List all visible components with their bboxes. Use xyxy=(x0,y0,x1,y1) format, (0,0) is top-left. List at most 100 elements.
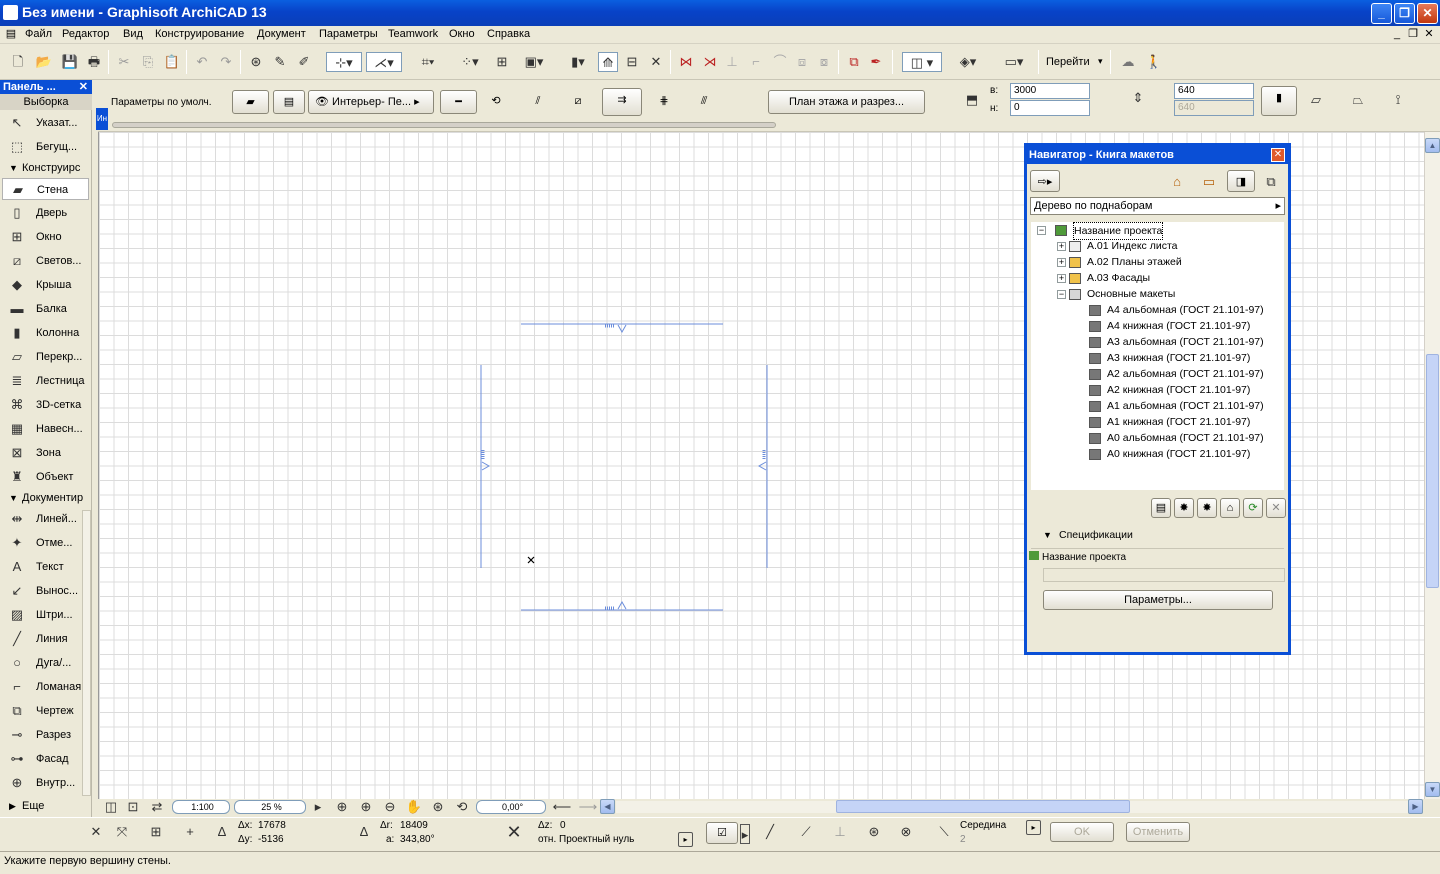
view-mode-dropdown[interactable]: 👁 Интерьер- Пе... ▸ xyxy=(308,90,434,114)
collapse-icon[interactable]: − xyxy=(1057,290,1066,299)
tool-interior-elevation[interactable]: ⊕ Внутр... xyxy=(2,772,89,794)
snap-grid-icon[interactable]: ⌗▾ xyxy=(410,52,446,72)
cancel-button[interactable]: Отменить xyxy=(1126,822,1190,842)
scroll-up-icon[interactable]: ▲ xyxy=(1425,138,1440,153)
maximize-button[interactable]: ❐ xyxy=(1394,3,1415,24)
rotate-view-icon[interactable]: ⟲ xyxy=(452,797,472,817)
zoom-dropdown-icon[interactable]: ▸ xyxy=(308,797,328,817)
3d-window-icon[interactable]: ⧉ xyxy=(844,52,864,72)
save-icon[interactable]: 💾 xyxy=(60,52,80,72)
doc-close-icon[interactable]: ✕ xyxy=(1421,27,1437,41)
tool-stair[interactable]: ≣ Лестница xyxy=(2,370,89,392)
navigator-view-dropdown[interactable]: Дерево по поднаборам ▸ xyxy=(1030,197,1285,215)
delete-icon[interactable]: ✕ xyxy=(1266,498,1286,518)
toolbox-close-icon[interactable]: ✕ xyxy=(79,80,88,94)
fillet-icon[interactable]: ⌒ xyxy=(770,52,790,72)
layout-book-icon[interactable]: ◨ xyxy=(1227,170,1255,192)
top-elevation-field[interactable]: 3000 xyxy=(1010,83,1090,99)
pen-set-icon[interactable]: ▮▾ xyxy=(560,52,596,72)
copy-icon[interactable]: ⎘ xyxy=(138,52,158,72)
goto-dropdown-icon[interactable]: ▾ xyxy=(1098,56,1103,67)
menu-file[interactable]: Файл xyxy=(25,28,52,40)
scroll-right-icon[interactable]: ▶ xyxy=(1408,799,1423,814)
new-folder-icon[interactable]: ⌂ xyxy=(1220,498,1240,518)
eyedropper-icon[interactable]: ✎ xyxy=(270,52,290,72)
trace-icon[interactable]: ⟰ xyxy=(598,52,618,72)
archicad-app-icon[interactable] xyxy=(3,5,18,20)
bottom-elevation-field[interactable]: 0 xyxy=(1010,100,1090,116)
tool-dimension[interactable]: ⇹ Линей... xyxy=(2,508,89,530)
tool-elevation[interactable]: ⊶ Фасад xyxy=(2,748,89,770)
menu-window[interactable]: Окно xyxy=(449,28,475,40)
tool-door[interactable]: ▯ Дверь xyxy=(2,202,89,224)
parallel-icon[interactable]: ⟋ xyxy=(796,822,816,842)
pan-hand-icon[interactable]: ✋ xyxy=(404,797,424,817)
wall-vertical-icon[interactable]: ▮ xyxy=(1261,86,1297,116)
reference-line-icon[interactable]: ⫽ xyxy=(522,90,554,114)
guide-lines-icon[interactable]: ⋌▾ xyxy=(366,52,402,72)
tool-text[interactable]: A Текст xyxy=(2,556,89,578)
magic-wand-icon[interactable]: ☑ xyxy=(706,822,738,844)
ungroup-icon[interactable]: ⧇ xyxy=(814,52,834,72)
expand-icon[interactable]: + xyxy=(1057,258,1066,267)
tool-curtain-wall[interactable]: ▦ Навесн... xyxy=(2,418,89,440)
zoom-next-icon[interactable]: ⟶ xyxy=(576,797,600,817)
tool-window[interactable]: ⊞ Окно xyxy=(2,226,89,248)
zoom-fit-icon[interactable]: ⊕ xyxy=(332,797,352,817)
magic-dropdown-icon[interactable]: ▸ xyxy=(740,824,750,844)
angle-field[interactable]: 0,00° xyxy=(476,800,546,814)
document-icon[interactable]: ▤ xyxy=(3,27,19,41)
goto-label[interactable]: Перейти xyxy=(1046,56,1090,68)
wall-hatch-icon[interactable]: ⋕ xyxy=(648,90,680,114)
document-section-header[interactable]: ▼ Документир xyxy=(0,490,92,506)
spec-field[interactable] xyxy=(1043,568,1285,582)
syringe-icon[interactable]: ✐ xyxy=(294,52,314,72)
zoom-preview-icon[interactable]: ⊡ xyxy=(122,797,144,817)
tool-column[interactable]: ▮ Колонна xyxy=(2,322,89,344)
doc-minimize-icon[interactable]: _ xyxy=(1389,27,1405,41)
navigator-mode-icon[interactable]: ⇨▸ xyxy=(1030,170,1060,192)
new-subset-icon[interactable]: ✸ xyxy=(1174,498,1194,518)
dx-value[interactable]: 17678 xyxy=(258,820,286,831)
new-file-icon[interactable]: 🗋 xyxy=(8,52,28,72)
wall-profile-icon[interactable]: ⟟ xyxy=(1388,90,1408,110)
parameters-button[interactable]: Параметры... xyxy=(1043,590,1273,610)
find-select-icon[interactable]: ⊛ xyxy=(246,52,266,72)
measure-icon[interactable]: ⤧ xyxy=(112,822,132,842)
spec-collapse-icon[interactable]: ▼ xyxy=(1043,530,1052,540)
zoom-out-icon[interactable]: ⊖ xyxy=(380,797,400,817)
trim-icon[interactable]: ⋈ xyxy=(676,52,696,72)
navigator-close-icon[interactable]: ✕ xyxy=(1271,148,1285,162)
infobox-scrollbar[interactable] xyxy=(112,122,776,128)
select-section-header[interactable]: Выборка xyxy=(0,94,92,110)
dz-value[interactable]: 0 xyxy=(560,820,566,831)
fit-window-icon[interactable]: ⊛ xyxy=(428,797,448,817)
angle-value[interactable]: 343,80° xyxy=(400,834,435,845)
floor-plan-section-button[interactable]: План этажа и разрез... xyxy=(768,90,925,114)
vertical-scroll-thumb[interactable] xyxy=(1426,354,1439,588)
geometry-method-icon[interactable]: ⟲ xyxy=(480,90,512,114)
paste-icon[interactable]: 📋 xyxy=(162,52,182,72)
wall-cut-icon[interactable]: ⫻ xyxy=(688,90,720,114)
tool-object[interactable]: ♜ Объект xyxy=(2,466,89,488)
tool-fill[interactable]: ▨ Штри... xyxy=(2,604,89,626)
menu-document[interactable]: Документ xyxy=(257,28,306,40)
tool-level-dimension[interactable]: ✦ Отме... xyxy=(2,532,89,554)
infobox-handle[interactable]: Ин xyxy=(96,108,108,130)
tool-label[interactable]: ↙ Вынос... xyxy=(2,580,89,602)
cut-icon[interactable]: ✂ xyxy=(114,52,134,72)
dr-value[interactable]: 18409 xyxy=(400,820,428,831)
split-icon[interactable]: ⋊ xyxy=(700,52,720,72)
plan-view-icon[interactable]: ◫ ▾ xyxy=(902,52,942,72)
dy-value[interactable]: -5136 xyxy=(258,834,284,845)
cross-icon[interactable]: ✕ xyxy=(646,52,666,72)
relative-coord-icon[interactable]: + xyxy=(180,822,200,842)
tool-line[interactable]: ╱ Линия xyxy=(2,628,89,650)
doc-restore-icon[interactable]: ❐ xyxy=(1405,27,1421,41)
menu-help[interactable]: Справка xyxy=(487,28,530,40)
layer-button[interactable]: ▤ xyxy=(273,90,305,114)
layout-view-icon[interactable]: ▭▾ xyxy=(996,52,1032,72)
tool-beam[interactable]: ▬ Балка xyxy=(2,298,89,320)
z-axis-icon[interactable]: ✕ xyxy=(504,822,524,842)
tool-section[interactable]: ⊸ Разрез xyxy=(2,724,89,746)
